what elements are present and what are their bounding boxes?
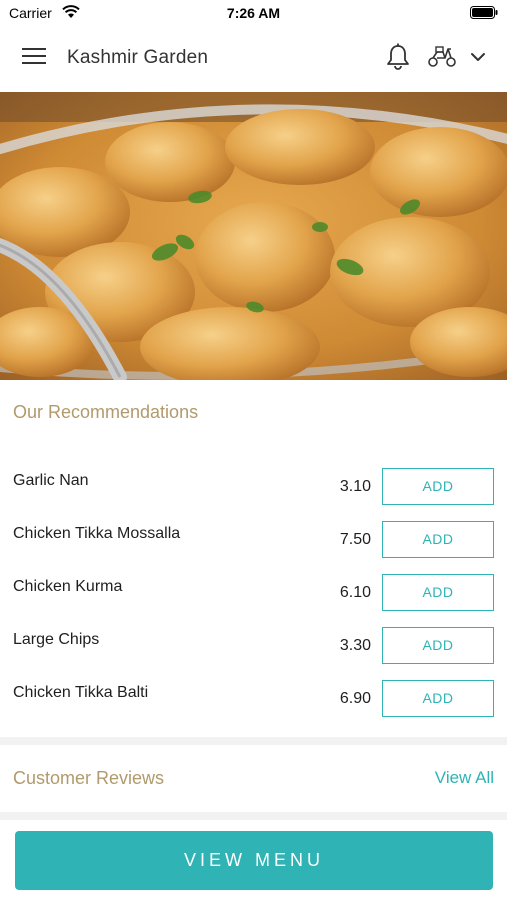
- add-button[interactable]: ADD: [382, 574, 494, 611]
- item-name: Chicken Tikka Mossalla: [13, 525, 181, 542]
- add-button[interactable]: ADD: [382, 521, 494, 558]
- menu-item-row: Chicken Tikka Balti 6.90 ADD: [0, 676, 507, 729]
- delivery-scooter-icon[interactable]: [427, 46, 457, 73]
- app-header: Kashmir Garden: [0, 26, 507, 92]
- item-name: Large Chips: [13, 631, 100, 648]
- chevron-down-icon[interactable]: [470, 50, 486, 68]
- customer-reviews-title: Customer Reviews: [13, 768, 165, 788]
- status-bar: Carrier 7:26 AM: [0, 0, 507, 26]
- recommendations-title: Our Recommendations: [13, 402, 199, 422]
- section-divider: [0, 737, 507, 745]
- bottom-bar: VIEW MENU: [0, 820, 507, 900]
- view-all-reviews-link[interactable]: View All: [435, 768, 494, 788]
- menu-item-row: Chicken Kurma 6.10 ADD: [0, 570, 507, 623]
- item-name: Chicken Kurma: [13, 578, 123, 595]
- add-button[interactable]: ADD: [382, 627, 494, 664]
- item-price: 3.30: [339, 637, 371, 654]
- view-menu-button[interactable]: VIEW MENU: [15, 831, 493, 890]
- item-price: 3.10: [339, 478, 371, 495]
- item-price: 6.10: [339, 584, 371, 601]
- menu-item-row: Chicken Tikka Mossalla 7.50 ADD: [0, 517, 507, 570]
- battery-icon: [470, 6, 498, 24]
- menu-item-row: Large Chips 3.30 ADD: [0, 623, 507, 676]
- bell-icon[interactable]: [385, 43, 411, 76]
- hero-food-image: [0, 92, 507, 380]
- menu-item-row: Garlic Nan 3.10 ADD: [0, 464, 507, 517]
- add-button[interactable]: ADD: [382, 680, 494, 717]
- item-name: Chicken Tikka Balti: [13, 684, 149, 701]
- status-time: 7:26 AM: [226, 5, 281, 21]
- add-button[interactable]: ADD: [382, 468, 494, 505]
- hamburger-menu-icon[interactable]: [22, 48, 46, 70]
- section-divider: [0, 812, 507, 820]
- item-price: 6.90: [339, 690, 371, 707]
- item-name: Garlic Nan: [13, 472, 89, 489]
- restaurant-title: Kashmir Garden: [67, 47, 209, 68]
- item-price: 7.50: [339, 531, 371, 548]
